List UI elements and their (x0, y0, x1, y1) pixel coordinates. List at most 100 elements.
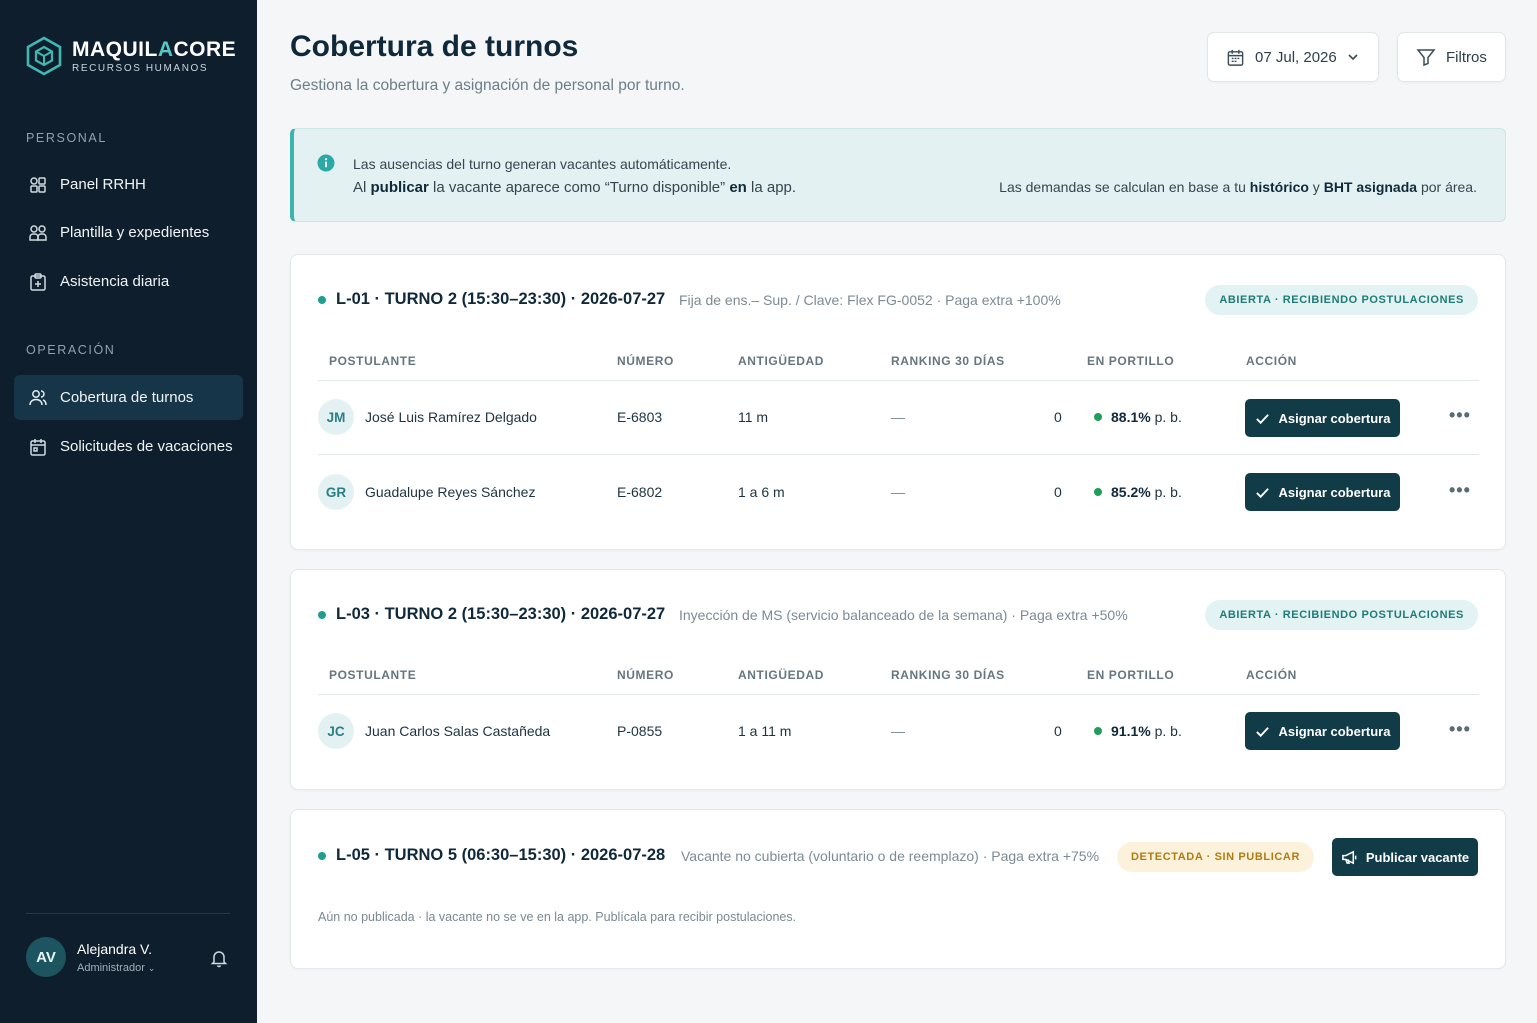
assign-coverage-button[interactable]: Asignar cobertura (1245, 712, 1400, 750)
status-dot (318, 610, 326, 619)
col-ranking: RANKING 30 DÍAS (891, 354, 1005, 368)
employee-number: P-0855 (617, 723, 663, 739)
applicant-name: José Luis Ramírez Delgado (365, 409, 537, 425)
sidebar-item-vacaciones[interactable]: Solicitudes de vacaciones (14, 424, 243, 469)
check-icon (1255, 726, 1269, 737)
shift-header: L-01 · TURNO 2 (15:30–23:30) · 2026-07-2… (318, 290, 665, 309)
sidebar-item-asistencia[interactable]: Asistencia diaria (14, 259, 243, 304)
applicant-name: Guadalupe Reyes Sánchez (365, 484, 536, 500)
seniority: 1 a 6 m (738, 484, 785, 500)
assign-coverage-button[interactable]: Asignar cobertura (1245, 399, 1400, 437)
user-role: Administrador ⌄ (77, 961, 156, 974)
shift-description: Fija de ens.– Sup. / Clave: Flex FG-0052… (679, 292, 1061, 308)
col-numero: NÚMERO (617, 668, 674, 682)
col-accion: ACCIÓN (1246, 668, 1297, 682)
shift-card: L-05 · TURNO 5 (06:30–15:30) · 2026-07-2… (290, 809, 1506, 969)
filter-icon (1416, 49, 1436, 67)
count: 0 (1054, 723, 1062, 739)
portillo-percent: 91.1% p. b. (1094, 723, 1182, 739)
row-divider (318, 454, 1479, 455)
shift-title: L-03 · TURNO 2 (15:30–23:30) · 2026-07-2… (336, 605, 666, 623)
applicant-name: Juan Carlos Salas Castañeda (365, 723, 551, 739)
seniority: 1 a 11 m (738, 723, 792, 739)
sidebar-divider (26, 913, 230, 914)
date-value: 07 Jul, 2026 (1255, 48, 1337, 66)
sidebar-item-plantilla[interactable]: Plantilla y expedientes (14, 210, 243, 255)
users-icon (29, 389, 47, 405)
col-numero: NÚMERO (617, 354, 674, 368)
check-icon (1255, 413, 1269, 424)
table-divider (318, 694, 1479, 695)
shift-description: Inyección de MS (servicio balanceado de … (679, 607, 1128, 623)
chevron-down-icon: ⌄ (147, 962, 156, 973)
shift-title: L-01 · TURNO 2 (15:30–23:30) · 2026-07-2… (336, 290, 666, 308)
nav-section-operacion: OPERACIÓN (26, 343, 116, 357)
check-icon (1255, 487, 1269, 498)
user-name: Alejandra V. (77, 940, 152, 957)
calendar-icon (1227, 49, 1244, 66)
col-antiguedad: ANTIGÜEDAD (738, 354, 824, 368)
table-divider (318, 380, 1479, 381)
ranking: — (891, 723, 905, 739)
filters-button[interactable]: Filtros (1397, 32, 1506, 82)
unpublished-note: Aún no publicada · la vacante no se ve e… (318, 910, 797, 924)
bell-icon[interactable] (209, 948, 229, 968)
status-badge: ABIERTA · RECIBIENDO POSTULACIONES (1205, 285, 1478, 315)
page-title: Cobertura de turnos (290, 30, 579, 63)
sidebar-item-label: Panel RRHH (60, 176, 146, 193)
calendar-icon (30, 438, 46, 456)
sidebar-item-panel-rrhh[interactable]: Panel RRHH (14, 162, 243, 207)
employee-number: E-6802 (617, 484, 663, 500)
portillo-percent: 85.2% p. b. (1094, 484, 1182, 500)
banner-line-1: Las ausencias del turno generan vacantes… (353, 156, 732, 172)
avatar: GR (318, 474, 354, 510)
status-dot (1094, 413, 1102, 421)
clipboard-icon (30, 272, 46, 291)
status-dot (318, 851, 326, 860)
brand-name: MAQUILACORE (72, 38, 237, 61)
employee-number: E-6803 (617, 409, 663, 425)
status-dot (318, 295, 326, 304)
col-postulante: POSTULANTE (329, 354, 417, 368)
shift-card: L-03 · TURNO 2 (15:30–23:30) · 2026-07-2… (290, 569, 1506, 790)
publish-vacancy-button[interactable]: Publicar vacante (1332, 838, 1478, 876)
sidebar-item-label: Cobertura de turnos (60, 389, 194, 406)
info-icon (317, 154, 335, 172)
sidebar-item-label: Solicitudes de vacaciones (60, 438, 233, 455)
sidebar-item-label: Asistencia diaria (60, 273, 170, 290)
col-antiguedad: ANTIGÜEDAD (738, 668, 824, 682)
shift-header: L-05 · TURNO 5 (06:30–15:30) · 2026-07-2… (318, 846, 665, 865)
more-options-icon[interactable]: ••• (1449, 719, 1471, 740)
chevron-down-icon (1348, 54, 1358, 61)
nav-section-personal: PERSONAL (26, 131, 107, 145)
ranking: — (891, 409, 905, 425)
col-portillo: EN PORTILLO (1087, 354, 1175, 368)
page-subtitle: Gestiona la cobertura y asignación de pe… (290, 77, 685, 94)
count: 0 (1054, 409, 1062, 425)
avatar: JC (318, 713, 354, 749)
count: 0 (1054, 484, 1062, 500)
user-menu[interactable]: AV Alejandra V. Administrador ⌄ (26, 937, 155, 977)
avatar: AV (26, 937, 66, 977)
status-badge: DETECTADA · SIN PUBLICAR (1116, 842, 1314, 872)
date-picker-button[interactable]: 07 Jul, 2026 (1207, 32, 1379, 82)
sidebar-item-label: Plantilla y expedientes (60, 224, 210, 241)
status-dot (1094, 727, 1102, 735)
brand-logo[interactable]: MAQUILACORE RECURSOS HUMANOS (26, 36, 236, 76)
col-accion: ACCIÓN (1246, 354, 1297, 368)
filters-label: Filtros (1446, 48, 1487, 66)
sidebar: MAQUILACORE RECURSOS HUMANOS PERSONAL Pa… (0, 0, 257, 1023)
assign-coverage-button[interactable]: Asignar cobertura (1245, 473, 1400, 511)
shift-description: Vacante no cubierta (voluntario o de ree… (681, 848, 1100, 864)
seniority: 11 m (738, 409, 769, 425)
more-options-icon[interactable]: ••• (1449, 480, 1471, 501)
sidebar-item-cobertura[interactable]: Cobertura de turnos (14, 375, 243, 420)
col-portillo: EN PORTILLO (1087, 668, 1175, 682)
status-dot (1094, 488, 1102, 496)
portillo-percent: 88.1% p. b. (1094, 409, 1182, 425)
status-badge: ABIERTA · RECIBIENDO POSTULACIONES (1205, 600, 1478, 630)
col-ranking: RANKING 30 DÍAS (891, 668, 1005, 682)
banner-right-text: Las demandas se calculan en base a tu hi… (999, 179, 1477, 195)
info-banner: Las ausencias del turno generan vacantes… (290, 128, 1506, 222)
more-options-icon[interactable]: ••• (1449, 405, 1471, 426)
